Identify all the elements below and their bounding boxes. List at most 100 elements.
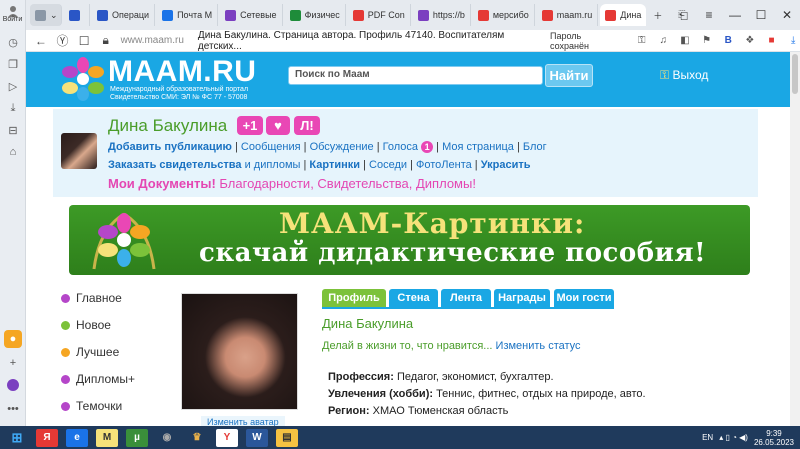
order-certificates-link[interactable]: Заказать свидетельства [108, 159, 242, 171]
search-button[interactable]: Найти [545, 64, 593, 87]
menu-item[interactable]: Главное [61, 291, 122, 305]
close-icon[interactable]: ✕ [774, 8, 800, 23]
hobby-row: Увлечения (хобби): Теннис, фитнес, отдых… [328, 388, 646, 400]
lang-indicator[interactable]: EN [702, 433, 713, 442]
browser-tab[interactable]: Сетевые [220, 4, 283, 26]
change-status-link[interactable]: Изменить статус [496, 340, 581, 352]
profile-tab[interactable]: Награды [494, 289, 550, 307]
new-tab-button[interactable]: ＋ [648, 4, 668, 26]
profile-tab[interactable]: Профиль [322, 289, 386, 307]
more-icon[interactable]: ••• [0, 398, 26, 420]
like-badge[interactable]: Л! [294, 116, 320, 135]
menu-icon[interactable]: ≡ [696, 8, 722, 23]
page-title[interactable]: Дина Бакулина. Страница автора. Профиль … [198, 30, 542, 52]
adblock-icon[interactable]: ■ [765, 35, 779, 46]
word-icon[interactable]: W [246, 428, 268, 447]
torrent-icon[interactable]: µ [126, 428, 148, 447]
diplomas-link[interactable]: и дипломы [245, 159, 301, 171]
my-documents-link[interactable]: Мои Документы! Благодарности, Свидетельс… [108, 176, 476, 191]
app-icon[interactable]: ● [4, 330, 22, 348]
decorate-link[interactable]: Украсить [481, 159, 531, 171]
eye-icon[interactable]: ◉ [156, 429, 178, 447]
downloads-badge-icon[interactable]: ⤓ [786, 35, 800, 46]
clock[interactable]: 9:39 26.05.2023 [754, 429, 794, 447]
reader-icon[interactable]: ◧ [678, 35, 692, 46]
folder-icon[interactable]: ▤ [276, 428, 298, 447]
photofeed-link[interactable]: ФотоЛента [416, 159, 472, 171]
search-input[interactable]: Поиск по Маам [288, 66, 543, 85]
extension-icon[interactable]: ❖ [743, 35, 757, 46]
scrollbar-thumb[interactable] [792, 54, 798, 94]
yandex-app-icon[interactable]: Я [36, 428, 58, 447]
windows-start-icon[interactable]: ⊞ [6, 429, 28, 447]
tab-label: PDF Con [367, 10, 405, 20]
tab-label: https://b [432, 10, 465, 20]
headphones-icon[interactable]: ♫ [657, 35, 671, 46]
menu-item[interactable]: Темочки [61, 399, 122, 413]
menu-item[interactable]: Новое [61, 318, 111, 332]
game-icon[interactable]: ♛ [186, 429, 208, 447]
maximize-icon[interactable]: ☐ [748, 8, 774, 23]
profile-links-row1: Добавить публикацию | Сообщения | Обсужд… [108, 141, 547, 153]
tabs-icon[interactable]: ⊟ [0, 119, 26, 141]
tray-icons[interactable]: ▴ ▯ ◔ ◀︎) [719, 433, 748, 442]
blog-link[interactable]: Блог [523, 141, 547, 153]
profile-tab[interactable]: Стена [389, 289, 438, 307]
maam-logo-icon[interactable] [56, 57, 110, 101]
vk-icon[interactable]: B [721, 35, 735, 46]
browser-tab[interactable]: мерсибо [472, 4, 535, 26]
browser-tab[interactable] [64, 4, 90, 26]
yandex-icon[interactable]: Ⓨ [56, 32, 70, 49]
password-saved-label[interactable]: Пароль сохранён [550, 31, 621, 51]
bookmark-add-icon[interactable]: ☐ [77, 34, 91, 48]
minimize-icon[interactable]: — [722, 8, 748, 23]
menu-item-label: Главное [76, 291, 122, 305]
pictures-link[interactable]: Картинки [309, 159, 360, 171]
votes-link[interactable]: Голоса [383, 141, 418, 153]
downloads-icon[interactable]: ⤓ [0, 97, 26, 119]
back-icon[interactable]: ← [34, 34, 48, 48]
ie-icon[interactable]: e [66, 428, 88, 447]
browser-tab[interactable]: Физичес [284, 4, 346, 26]
profile-name[interactable]: Дина Бакулина [108, 116, 227, 136]
logout-link[interactable]: ⚿ Выход [660, 68, 708, 83]
url-text[interactable]: www.maam.ru [121, 35, 184, 46]
browser-tab[interactable]: Почта М [157, 4, 219, 26]
bookmarks-icon[interactable]: ⌂ [0, 141, 26, 163]
heart-icon[interactable]: ♥ [266, 116, 290, 135]
browser-tab[interactable]: PDF Con [347, 4, 411, 26]
hobby-label: Увлечения (хобби): [328, 388, 434, 400]
profile-tab[interactable]: Лента [441, 289, 491, 307]
key-icon[interactable]: ⚿ [635, 35, 649, 46]
page-scrollbar[interactable] [790, 52, 800, 426]
menu-item[interactable]: Лучшее [61, 345, 119, 359]
yandex-browser-icon[interactable]: Y [216, 428, 238, 447]
tab-counter[interactable]: ⌄ [30, 4, 62, 26]
my-page-link[interactable]: Моя страница [442, 141, 514, 153]
profile-photo[interactable] [181, 293, 298, 410]
add-icon[interactable]: + [0, 352, 26, 374]
change-avatar-link[interactable]: Изменить аватар [201, 416, 285, 426]
bookmark-star-icon[interactable]: ⚑ [700, 35, 714, 46]
discussion-link[interactable]: Обсуждение [310, 141, 374, 153]
login-label[interactable]: Войти [0, 16, 25, 23]
history-icon[interactable]: ◷ [0, 31, 26, 53]
collections-icon[interactable]: ❐ [0, 53, 26, 75]
browser-tab[interactable]: maam.ru [536, 4, 599, 26]
browser-tab[interactable]: Дина [600, 4, 647, 26]
brand-title[interactable]: MAAM.RU [108, 55, 256, 89]
menu-item[interactable]: Дипломы+ [61, 372, 135, 386]
promo-banner[interactable]: МААМ-Картинки: скачай дидактические посо… [69, 205, 750, 275]
browser-tab[interactable]: Операци [92, 4, 156, 26]
neighbors-link[interactable]: Соседи [369, 159, 407, 171]
alice-icon[interactable] [0, 374, 26, 396]
profile-tab[interactable]: Мои гости [554, 289, 614, 307]
add-publication-link[interactable]: Добавить публикацию [108, 141, 232, 153]
browser-tab[interactable]: https://b [412, 4, 471, 26]
messages-link[interactable]: Сообщения [241, 141, 301, 153]
bookmark-icon[interactable]: ⎗ [670, 8, 696, 23]
play-icon[interactable]: ▷ [0, 75, 26, 97]
plus-one-badge[interactable]: +1 [237, 116, 263, 135]
avatar[interactable] [61, 133, 97, 169]
money-icon[interactable]: M [96, 428, 118, 447]
